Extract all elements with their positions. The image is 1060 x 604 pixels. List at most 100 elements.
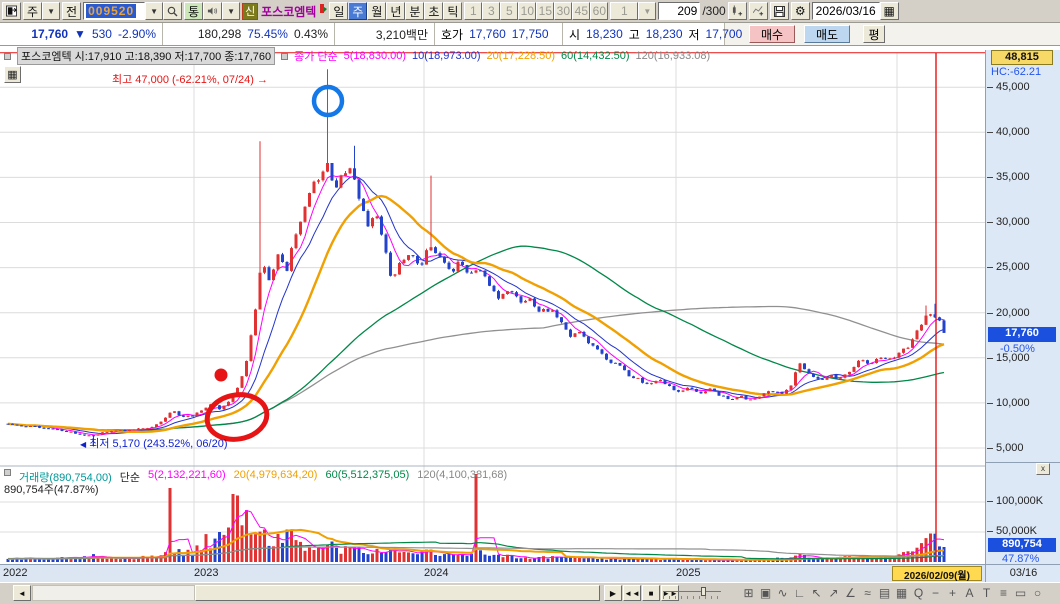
text-italic-icon[interactable]: T xyxy=(978,586,995,602)
minute-button-3[interactable]: 3 xyxy=(482,2,501,20)
speaker-dropdown-icon[interactable]: ▼ xyxy=(222,2,241,20)
period-button-년[interactable]: 년 xyxy=(386,2,406,20)
legend-square-icon[interactable] xyxy=(4,469,11,476)
calendar-icon[interactable]: ▦ xyxy=(879,2,899,20)
scrollbar-track[interactable] xyxy=(32,585,195,601)
save-icon[interactable] xyxy=(769,2,789,20)
volume-current-line: 890,754주(47.87%) xyxy=(4,484,99,496)
trend-wave-icon[interactable]: ≈ xyxy=(859,586,876,602)
date-input[interactable]: 2026/03/16 xyxy=(811,2,880,20)
low-label: 저 xyxy=(688,27,700,42)
trend-fan-icon[interactable]: ∠ xyxy=(842,586,859,602)
price-tick: 40,000 xyxy=(987,126,1030,139)
text-tool-icon[interactable]: A xyxy=(961,586,978,602)
scroll-left-button[interactable]: ◄ xyxy=(13,585,31,601)
year-label-2022: 2022 xyxy=(3,567,28,579)
volume-today: 180,298 xyxy=(197,27,242,41)
right-axis[interactable]: 48,815 HC:-62.21 45,000 40,000 35,000 30,00… xyxy=(985,50,1060,582)
trend-up-icon[interactable]: ↗ xyxy=(825,586,842,602)
play-button[interactable]: ▶ xyxy=(604,585,622,601)
slider-thumb[interactable] xyxy=(701,587,706,596)
sin-badge: 신 xyxy=(242,2,259,20)
zigzag-select-icon[interactable]: ∿ xyxy=(774,586,791,602)
interval-combo[interactable]: 1 xyxy=(610,2,639,20)
ma10-legend: 10(18,973.00) xyxy=(412,50,481,62)
stock-name-label: 포스코엠텍 xyxy=(261,4,317,19)
bottom-toolbar: ◄ ▶ ◄◄ ■ ►► ⊞ ▣ ∿ ∟ ↖ ↗ ∠ ≈ ▤ ▦ Q − + A T ≡ ▭ ○ xyxy=(0,582,1060,604)
chart-window-icon[interactable] xyxy=(2,2,21,20)
price-tick: 45,000 xyxy=(987,81,1030,93)
period-week-quick-button[interactable]: 주 xyxy=(23,2,43,20)
minute-button-group: 1 3 5 10 15 30 45 60 xyxy=(464,2,609,20)
minute-button-1[interactable]: 1 xyxy=(464,2,483,20)
legend-square-icon[interactable] xyxy=(281,52,289,60)
add-candle-icon[interactable] xyxy=(727,2,747,20)
price-tick: 20,000 xyxy=(987,306,1030,319)
axis-date-cell: 03/16 xyxy=(986,564,1060,582)
rate-percent: 0.43% xyxy=(293,27,328,41)
ma60-legend: 60(14,432.50) xyxy=(561,50,630,62)
interval-dropdown-icon[interactable]: ▼ xyxy=(638,2,657,20)
legend-square-icon[interactable] xyxy=(4,52,11,60)
settings-gear-icon[interactable]: ⚙ xyxy=(790,2,810,20)
chart-image-icon[interactable]: ▦ xyxy=(893,586,910,602)
low-annotation-text: 최저 5,170 (243.52%, 06/20) xyxy=(89,438,228,450)
minute-button-60[interactable]: 60 xyxy=(590,2,609,20)
ohlc-summary: 포스코엠텍 시:17,910 고:18,390 저:17,700 종:17,76… xyxy=(17,47,276,65)
slider-ticks xyxy=(663,596,721,599)
speed-slider[interactable] xyxy=(663,587,721,599)
zoom-out-icon[interactable]: − xyxy=(927,586,944,602)
period-button-일[interactable]: 일 xyxy=(329,2,349,20)
minute-button-30[interactable]: 30 xyxy=(554,2,573,20)
current-price-box: 17,760 xyxy=(988,327,1056,342)
chart-area: 포스코엠텍 시:17,910 고:18,390 저:17,700 종:17,76… xyxy=(0,46,1060,582)
year-label-2024: 2024 xyxy=(424,567,449,579)
selected-date-box: 2026/02/09(월) xyxy=(892,566,982,582)
change-value: 530 xyxy=(91,27,112,41)
period-button-분[interactable]: 분 xyxy=(405,2,425,20)
period-dropdown-icon[interactable]: ▼ xyxy=(42,2,61,20)
bar-total-label: /300 xyxy=(702,4,726,18)
avg-button[interactable]: 평 xyxy=(863,25,885,43)
current-price: 17,760 xyxy=(31,27,69,41)
speaker-icon[interactable] xyxy=(203,2,223,20)
chart-edit-icon[interactable]: ▤ xyxy=(876,586,893,602)
high-annotation: 최고 47,000 (-62.21%, 07/24) → xyxy=(112,71,268,87)
windows-stack-icon[interactable]: ▣ xyxy=(757,586,774,602)
bar-count-input[interactable]: 209 xyxy=(658,2,701,20)
buy-button[interactable]: 매수 xyxy=(749,25,795,43)
minute-button-15[interactable]: 15 xyxy=(536,2,555,20)
indicator-lines-icon[interactable]: ≡ xyxy=(995,586,1012,602)
tong-button[interactable]: 통 xyxy=(184,2,204,20)
minute-button-5[interactable]: 5 xyxy=(500,2,519,20)
ellipse-tool-icon[interactable]: ○ xyxy=(1029,586,1046,602)
price-tick: 35,000 xyxy=(987,171,1030,184)
stock-code-input[interactable]: 009520 xyxy=(83,2,146,20)
minute-button-10[interactable]: 10 xyxy=(518,2,537,20)
code-dropdown-icon[interactable]: ▼ xyxy=(145,2,164,20)
search-icon[interactable] xyxy=(163,2,183,20)
magnifier-tool-icon[interactable]: Q xyxy=(910,586,927,602)
prev-stock-button[interactable]: 전 xyxy=(62,2,82,20)
sell-button[interactable]: 매도 xyxy=(804,25,850,43)
period-button-틱[interactable]: 틱 xyxy=(443,2,463,20)
rect-tool-icon[interactable]: ▭ xyxy=(1012,586,1029,602)
window-add-icon[interactable]: ⊞ xyxy=(740,586,757,602)
period-button-초[interactable]: 초 xyxy=(424,2,444,20)
rewind-button[interactable]: ◄◄ xyxy=(623,585,641,601)
period-button-월[interactable]: 월 xyxy=(367,2,387,20)
ma-title: 종가 단순 xyxy=(294,51,338,63)
trend-up-left-icon[interactable]: ↖ xyxy=(808,586,825,602)
bar-count-value: 209 xyxy=(677,4,698,18)
scrollbar-thumb[interactable] xyxy=(195,585,600,601)
trend-angle-icon[interactable]: ∟ xyxy=(791,586,808,602)
zoom-in-icon[interactable]: + xyxy=(944,586,961,602)
minute-button-45[interactable]: 45 xyxy=(572,2,591,20)
period-button-주[interactable]: 주 xyxy=(348,2,368,20)
add-line-chart-icon[interactable] xyxy=(748,2,768,20)
close-volume-pane-icon[interactable]: x xyxy=(1036,463,1050,475)
stop-button[interactable]: ■ xyxy=(642,585,660,601)
chart-grid-tool-icon[interactable]: ▦ xyxy=(4,66,21,83)
low-annotation: ◀ 최저 5,170 (243.52%, 06/20) xyxy=(80,435,228,451)
price-volume-chart[interactable] xyxy=(0,46,985,582)
